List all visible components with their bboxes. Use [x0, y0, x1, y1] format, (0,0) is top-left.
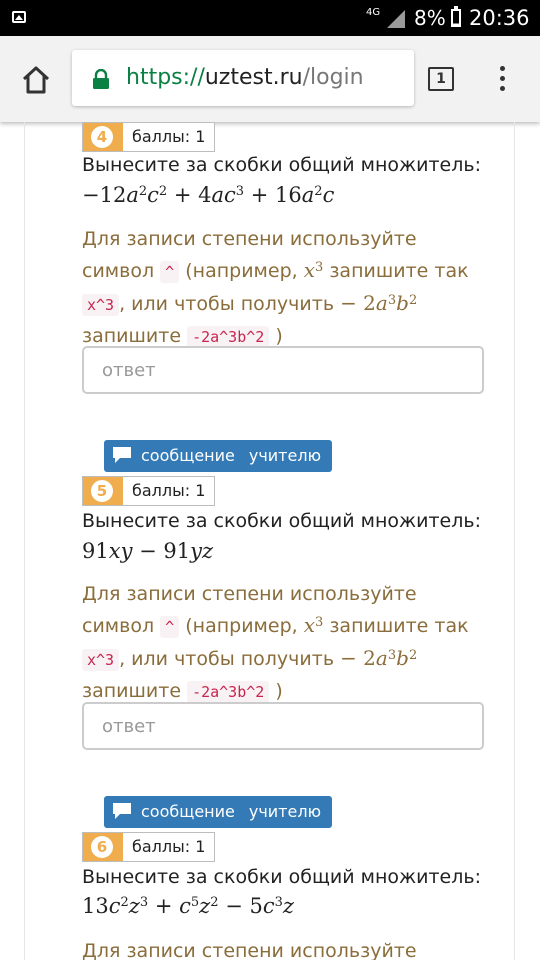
x3-code: x^3	[82, 649, 120, 671]
home-icon[interactable]	[20, 64, 52, 96]
hint-text: Для записи степени используйте символ ^ …	[82, 228, 469, 348]
image-notification-icon	[12, 11, 26, 23]
points-label: баллы: 1	[132, 127, 206, 146]
answer-input[interactable]	[82, 702, 484, 750]
browser-toolbar: https://uztest.ru/login 1	[0, 36, 540, 122]
page-content: 4 баллы: 1 Вынесите за скобки общий множ…	[0, 122, 540, 960]
question-number-badge: 4	[83, 123, 123, 151]
clock: 20:36	[469, 6, 530, 30]
question-number-badge: 5	[83, 477, 123, 505]
question-number-badge: 6	[83, 833, 123, 861]
answer-input[interactable]	[82, 346, 484, 394]
caret-code: ^	[160, 616, 180, 638]
points-label: баллы: 1	[132, 481, 206, 500]
example-code: -2a^3b^2	[187, 326, 270, 348]
speech-bubble-icon	[113, 803, 131, 819]
container-border-right	[514, 122, 515, 960]
math-expression: −12a2c2 + 4ac3 + 16a2c	[82, 183, 335, 207]
lock-icon	[93, 69, 109, 89]
url-text: https://uztest.ru/login	[126, 65, 364, 90]
example-code: -2a^3b^2	[187, 681, 270, 703]
message-teacher-button[interactable]: сообщение учителю	[104, 440, 333, 472]
points-label: баллы: 1	[132, 837, 206, 856]
address-bar[interactable]: https://uztest.ru/login	[72, 50, 414, 106]
battery-percent: 8%	[414, 6, 446, 30]
hint-text: Для записи степени используйте символ	[82, 940, 417, 960]
task-text: Вынесите за скобки общий множитель:	[82, 510, 481, 532]
network-type: 4G	[366, 7, 381, 18]
tab-switcher-button[interactable]: 1	[428, 67, 454, 91]
points-badge: 6 баллы: 1	[82, 832, 216, 862]
caret-code: ^	[160, 261, 180, 283]
container-border-left	[24, 122, 25, 960]
math-expression: 91xy − 91yz	[82, 539, 214, 563]
points-badge: 4 баллы: 1	[82, 122, 216, 152]
battery-icon	[451, 6, 461, 27]
message-teacher-button[interactable]: сообщение учителю	[104, 796, 333, 828]
task-text: Вынесите за скобки общий множитель:	[82, 866, 481, 888]
signal-icon	[387, 10, 405, 28]
overflow-menu-icon[interactable]	[500, 66, 506, 92]
math-expression: 13c2z3 + c5z2 − 5c3z	[82, 894, 294, 918]
points-badge: 5 баллы: 1	[82, 476, 216, 506]
hint-text: Для записи степени используйте символ ^ …	[82, 583, 469, 703]
speech-bubble-icon	[113, 447, 131, 463]
status-bar: 4G 8% 20:36	[0, 0, 540, 36]
task-text: Вынесите за скобки общий множитель:	[82, 154, 481, 176]
x3-code: x^3	[82, 294, 120, 316]
